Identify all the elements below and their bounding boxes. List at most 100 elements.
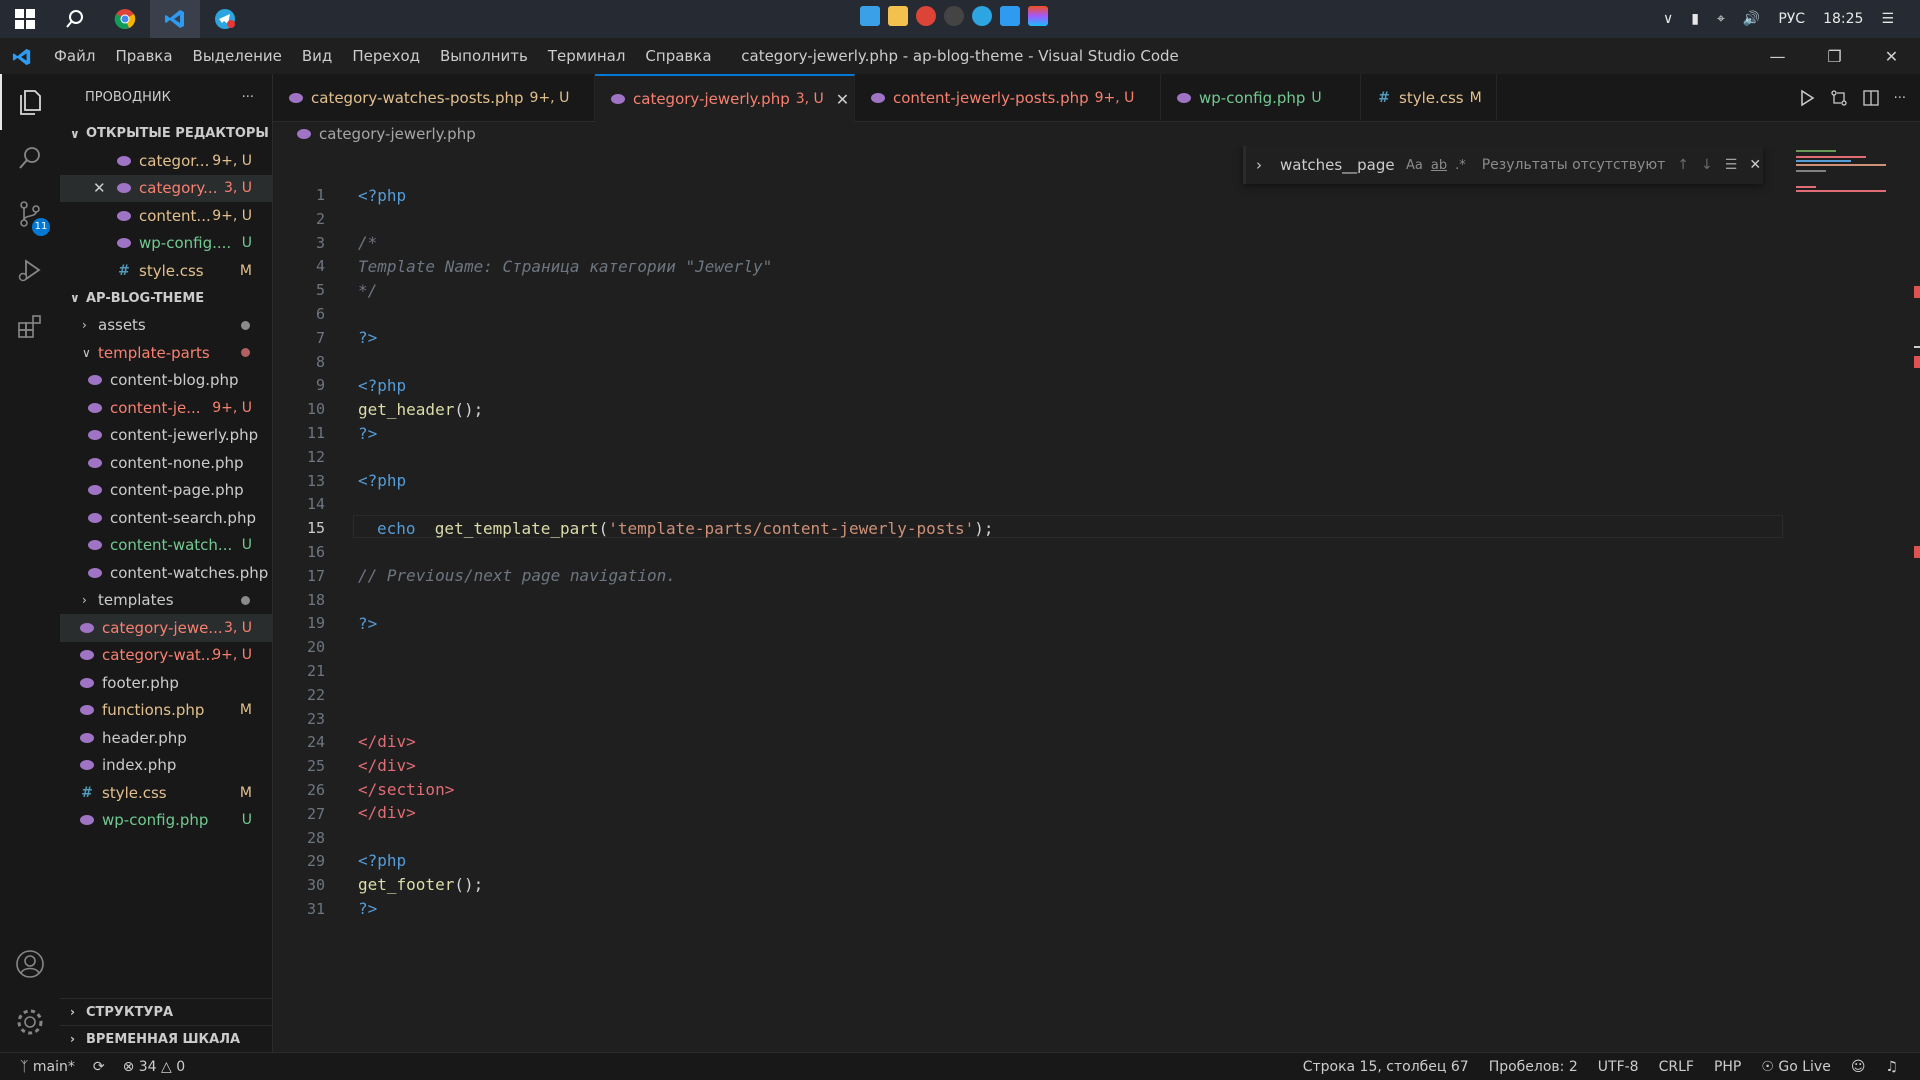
keyboard-language[interactable]: РУС [1778, 11, 1805, 27]
find-input[interactable]: watches__page [1280, 156, 1398, 174]
match-case-toggle[interactable]: Aa [1406, 158, 1423, 173]
menu-terminal[interactable]: Терминал [538, 38, 636, 74]
file-item[interactable]: category-wat... 9+, U [60, 642, 272, 670]
open-editor-item[interactable]: # style.css M [60, 257, 272, 285]
match-whole-word-toggle[interactable]: ab [1431, 158, 1447, 173]
vscode-small-icon[interactable] [1000, 6, 1020, 26]
outline-section-header[interactable]: › СТРУКТУРА [60, 998, 272, 1025]
file-item[interactable]: content-blog.php [60, 367, 272, 395]
code-line-7[interactable]: ?> [358, 328, 377, 347]
code-line-27[interactable]: </div> [358, 803, 416, 822]
file-item[interactable]: content-search.php [60, 504, 272, 532]
open-editor-item[interactable]: content... 9+, U [60, 202, 272, 230]
bug-app-icon[interactable] [944, 6, 964, 26]
manage-activity-button[interactable] [0, 994, 60, 1050]
code-line-13[interactable]: <?php [358, 471, 406, 490]
previous-match-icon[interactable]: ↑ [1677, 157, 1689, 173]
minimize-button[interactable]: — [1749, 38, 1806, 74]
open-editor-item-active[interactable]: ✕ category... 3, U [60, 174, 272, 202]
next-match-icon[interactable]: ↓ [1701, 157, 1713, 173]
wifi-icon[interactable]: ⌖ [1717, 11, 1725, 27]
extensions-activity-button[interactable] [0, 298, 60, 354]
menu-edit[interactable]: Правка [105, 38, 182, 74]
open-editor-item[interactable]: categor... 9+, U [60, 147, 272, 175]
file-item[interactable]: index.php [60, 752, 272, 780]
code-line-3[interactable]: /* [358, 233, 377, 252]
open-editors-section-header[interactable]: ∨ ОТКРЫТЫЕ РЕДАКТОРЫ [60, 120, 272, 147]
split-editor-icon[interactable] [1862, 89, 1880, 107]
code-line-24[interactable]: </div> [358, 732, 416, 751]
volume-icon[interactable]: 🔊 [1743, 11, 1760, 27]
encoding[interactable]: UTF-8 [1598, 1059, 1639, 1075]
use-regex-toggle[interactable]: .* [1455, 158, 1466, 173]
file-item[interactable]: content-watches.php [60, 559, 272, 587]
file-item[interactable]: wp-config.php U [60, 807, 272, 835]
search-activity-button[interactable] [0, 130, 60, 186]
code-line-4[interactable]: Template Name: Страница категории "Jewer… [358, 257, 772, 276]
vertical-scrollbar[interactable] [1906, 146, 1920, 1052]
menu-view[interactable]: Вид [292, 38, 342, 74]
restore-button[interactable]: ❐ [1806, 38, 1863, 74]
accounts-activity-button[interactable] [0, 936, 60, 992]
close-find-icon[interactable]: ✕ [1749, 157, 1761, 173]
language-mode[interactable]: PHP [1714, 1059, 1741, 1075]
code-line-31[interactable]: ?> [358, 899, 377, 918]
folder-assets[interactable]: › assets [60, 312, 272, 340]
code-editor[interactable]: 1 2 3 4 5 6 7 8 9 10 11 12 13 14 15 16 17 18 19 20 21 22 23 24 2… [273, 146, 1920, 1052]
tab-content-jewerly-posts[interactable]: content-jewerly-posts.php 9+, U [855, 74, 1161, 122]
file-item[interactable]: functions.php M [60, 697, 272, 725]
notifications-icon[interactable]: ☰ [1881, 11, 1894, 27]
menu-run[interactable]: Выполнить [430, 38, 538, 74]
close-window-button[interactable]: ✕ [1863, 38, 1920, 74]
file-item[interactable]: content-page.php [60, 477, 272, 505]
clock[interactable]: 18:25 [1823, 11, 1863, 27]
telegram-taskbar-button[interactable] [200, 0, 250, 38]
tab-category-jewerly[interactable]: category-jewerly.php 3, U ✕ [595, 74, 855, 122]
explorer-activity-button[interactable] [0, 74, 60, 130]
folder-templates[interactable]: › templates [60, 587, 272, 615]
battery-icon[interactable]: ▮ [1691, 11, 1699, 27]
feedback-icon[interactable]: ☺ [1851, 1059, 1866, 1075]
vscode-taskbar-button[interactable] [150, 0, 200, 38]
search-button[interactable] [50, 0, 100, 38]
compare-changes-icon[interactable] [1830, 89, 1848, 107]
end-of-line[interactable]: CRLF [1659, 1059, 1694, 1075]
close-editor-icon[interactable]: ✕ [93, 179, 117, 197]
more-actions-icon[interactable]: ··· [1894, 91, 1906, 106]
open-editor-item[interactable]: wp-config.... U [60, 230, 272, 258]
chrome-taskbar-button[interactable] [100, 0, 150, 38]
file-item[interactable]: header.php [60, 724, 272, 752]
code-line-19[interactable]: ?> [358, 614, 377, 633]
code-line-26[interactable]: </section> [358, 780, 454, 799]
file-item[interactable]: content-watch... U [60, 532, 272, 560]
folder-template-parts[interactable]: ∨ template-parts [60, 339, 272, 367]
go-live-button[interactable]: ☉ Go Live [1761, 1059, 1830, 1075]
explorer-more-button[interactable]: ··· [242, 90, 254, 105]
tab-style-css[interactable]: # style.css M [1361, 74, 1497, 122]
start-button[interactable] [0, 0, 50, 38]
tab-category-watches-posts[interactable]: category-watches-posts.php 9+, U [273, 74, 595, 122]
file-item-active[interactable]: category-jewe... 3, U [60, 614, 272, 642]
file-item[interactable]: content-je... 9+, U [60, 394, 272, 422]
code-line-9[interactable]: <?php [358, 376, 406, 395]
code-line-1[interactable]: <?php [358, 186, 406, 205]
code-line-30[interactable]: get_footer(); [358, 875, 483, 894]
project-section-header[interactable]: ∨ AP-BLOG-THEME [60, 285, 272, 312]
find-in-selection-icon[interactable]: ☰ [1725, 157, 1738, 173]
run-debug-activity-button[interactable] [0, 242, 60, 298]
file-item[interactable]: content-none.php [60, 449, 272, 477]
cursor-position[interactable]: Строка 15, столбец 67 [1303, 1059, 1469, 1075]
sync-icon[interactable]: ⟳ [93, 1059, 105, 1075]
toggle-replace-icon[interactable]: › [1256, 156, 1262, 174]
figma-icon[interactable] [1028, 6, 1048, 26]
problems-status[interactable]: ⊗ 34 △ 0 [123, 1059, 186, 1075]
close-tab-icon[interactable]: ✕ [836, 90, 849, 109]
folder-icon[interactable] [888, 6, 908, 26]
code-line-10[interactable]: get_header(); [358, 400, 483, 419]
file-item[interactable]: content-jewerly.php [60, 422, 272, 450]
notifications-bell-icon[interactable]: ♫ [1885, 1059, 1898, 1075]
tray-chevron-icon[interactable]: ∨ [1663, 11, 1673, 27]
code-line-5[interactable]: */ [358, 281, 377, 300]
menu-selection[interactable]: Выделение [183, 38, 292, 74]
minimap[interactable] [1796, 146, 1906, 216]
